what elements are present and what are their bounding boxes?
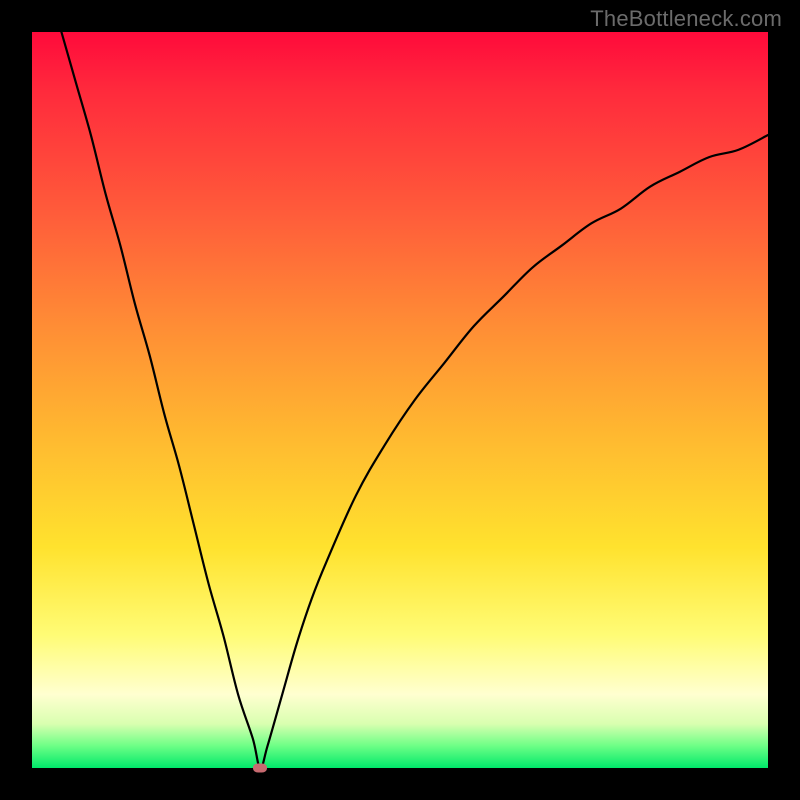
plot-area	[32, 32, 768, 768]
minimum-marker	[253, 764, 267, 773]
bottleneck-curve	[32, 32, 768, 768]
chart-frame: TheBottleneck.com	[0, 0, 800, 800]
watermark-text: TheBottleneck.com	[590, 6, 782, 32]
